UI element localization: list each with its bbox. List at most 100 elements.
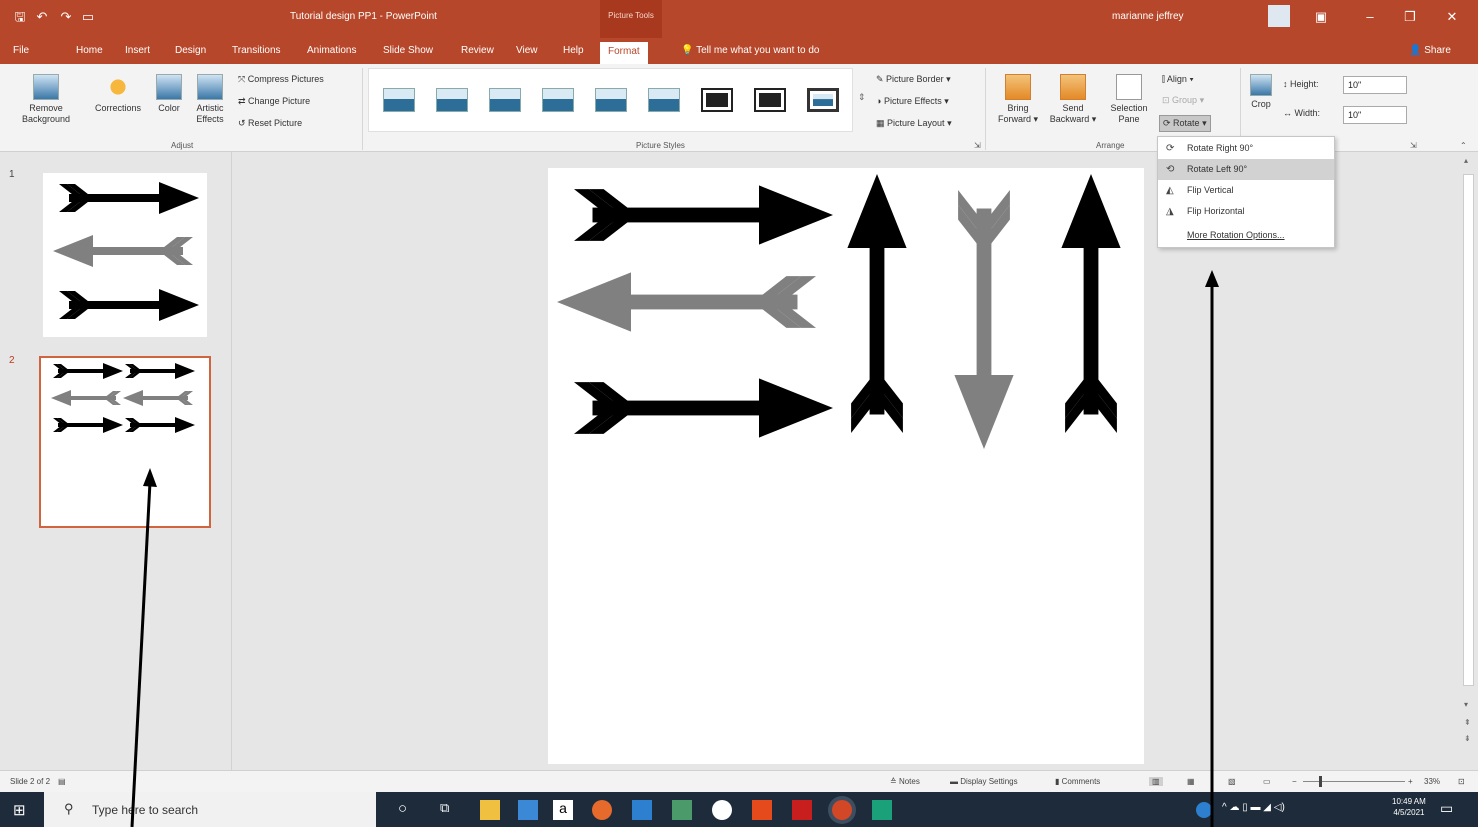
save-icon[interactable]: 🖫 (12, 9, 28, 25)
redo-icon[interactable]: ↷ (58, 9, 74, 25)
slide-sorter-icon[interactable]: ▦ (1187, 777, 1195, 786)
artistic-effects-button[interactable]: Artistic Effects (188, 74, 232, 125)
tab-review[interactable]: Review (461, 45, 494, 56)
menu-item-flip-horizontal[interactable]: ◮ Flip Horizontal (1158, 201, 1334, 222)
rotate-button[interactable]: ⟳ Rotate ▾ (1159, 115, 1211, 132)
style-thumbnail[interactable] (436, 88, 468, 112)
next-slide-icon[interactable]: ⇟ (1464, 734, 1471, 743)
firefox-icon[interactable] (592, 800, 612, 820)
arrow-left-gray[interactable] (557, 272, 816, 332)
tab-home[interactable]: Home (76, 45, 103, 56)
tab-slide-show[interactable]: Slide Show (383, 45, 433, 56)
normal-view-icon[interactable]: ▥ (1149, 777, 1163, 786)
height-field[interactable]: 10" (1343, 76, 1407, 94)
picture-effects-button[interactable]: ◑ Picture Effects ▾ (876, 96, 949, 107)
notifications-icon[interactable]: ▭ (1440, 800, 1453, 817)
app-icon[interactable] (792, 800, 812, 820)
cortana-icon[interactable]: ○ (398, 800, 418, 820)
crop-button[interactable]: Crop (1246, 74, 1276, 110)
file-explorer-icon[interactable] (480, 800, 500, 820)
tab-design[interactable]: Design (175, 45, 206, 56)
user-name[interactable]: marianne jeffrey (1112, 11, 1184, 22)
selection-pane-button[interactable]: Selection Pane (1104, 74, 1154, 125)
dialog-launcher-icon[interactable]: ⇲ (974, 141, 981, 150)
word-icon[interactable] (632, 800, 652, 820)
collapse-ribbon-icon[interactable]: ⌃ (1460, 141, 1467, 150)
vertical-scrollbar[interactable]: ▴ ▾ ⇞ ⇟ (1459, 152, 1478, 770)
reset-picture-button[interactable]: ↺ Reset Picture (238, 118, 302, 129)
windows-start-icon[interactable]: ⊞ (13, 801, 26, 819)
fit-slide-icon[interactable]: ⊡ (1458, 777, 1465, 786)
notes-button[interactable]: ≙ Notes (890, 777, 920, 786)
arrow-right-top[interactable] (574, 185, 833, 245)
scroll-up-icon[interactable]: ▴ (1464, 156, 1468, 165)
style-thumbnail[interactable] (383, 88, 415, 112)
color-button[interactable]: Color (153, 74, 185, 114)
presenter-icon[interactable]: ▭ (80, 9, 96, 25)
picture-border-button[interactable]: ✎ Picture Border ▾ (876, 74, 951, 85)
menu-item-flip-vertical[interactable]: ◭ Flip Vertical (1158, 180, 1334, 201)
style-thumbnail[interactable] (807, 88, 839, 112)
style-thumbnail[interactable] (542, 88, 574, 112)
menu-item-more-rotation-options[interactable]: More Rotation Options... (1158, 225, 1334, 246)
arrow-down-gray[interactable] (954, 190, 1014, 449)
tab-format[interactable]: Format (600, 42, 648, 64)
share-button[interactable]: 👤 Share (1409, 45, 1451, 56)
style-thumbnail[interactable] (754, 88, 786, 112)
picture-layout-button[interactable]: ▦ Picture Layout ▾ (876, 118, 952, 129)
arrow-up-left[interactable] (847, 174, 907, 433)
system-tray-icons[interactable]: ^ ☁ ▯ ▬ ◢ ◁) (1222, 802, 1285, 813)
taskbar-search[interactable]: ⚲ Type here to search (44, 792, 376, 827)
restore-button[interactable]: ❐ (1395, 9, 1425, 25)
tab-animations[interactable]: Animations (307, 45, 356, 56)
ribbon-display-icon[interactable]: ▣ (1306, 9, 1336, 25)
zoom-out-icon[interactable]: − (1292, 777, 1297, 786)
avatar[interactable] (1268, 5, 1290, 27)
slide-show-icon[interactable]: ▭ (1263, 777, 1271, 786)
amazon-icon[interactable]: a (553, 800, 573, 820)
zoom-in-icon[interactable]: + (1408, 777, 1413, 786)
width-field[interactable]: 10" (1343, 106, 1407, 124)
reading-view-icon[interactable]: ▧ (1228, 777, 1236, 786)
scrollbar-thumb[interactable] (1463, 174, 1474, 686)
align-button[interactable]: ⫿ Align ▾ (1162, 74, 1194, 85)
corrections-button[interactable]: Corrections (86, 74, 150, 114)
photos-icon[interactable] (672, 800, 692, 820)
style-thumbnail[interactable] (595, 88, 627, 112)
gallery-scroll-icon[interactable]: ⇕ (858, 92, 866, 103)
arrow-right-bottom[interactable] (574, 378, 833, 438)
powerpoint-icon[interactable] (832, 800, 852, 820)
slide-thumbnail-1[interactable] (43, 173, 207, 337)
send-backward-button[interactable]: Send Backward ▾ (1044, 74, 1102, 125)
menu-item-rotate-right[interactable]: ⟳ Rotate Right 90° (1158, 138, 1334, 159)
task-view-icon[interactable]: ⧉ (440, 800, 460, 820)
tell-me-search[interactable]: 💡 Tell me what you want to do (681, 45, 819, 56)
remove-background-button[interactable]: Remove Background (14, 74, 78, 125)
comments-button[interactable]: ▮ Comments (1055, 777, 1100, 786)
style-thumbnail[interactable] (701, 88, 733, 112)
mail-icon[interactable] (518, 800, 538, 820)
close-button[interactable]: ✕ (1437, 9, 1467, 25)
style-thumbnail[interactable] (648, 88, 680, 112)
tab-help[interactable]: Help (563, 45, 584, 56)
scroll-down-icon[interactable]: ▾ (1464, 700, 1468, 709)
app-icon[interactable] (872, 800, 892, 820)
office-icon[interactable] (752, 800, 772, 820)
zoom-slider-handle[interactable] (1319, 776, 1322, 787)
size-dialog-launcher-icon[interactable]: ⇲ (1410, 141, 1417, 150)
change-picture-button[interactable]: ⇄ Change Picture (238, 96, 310, 107)
display-settings-button[interactable]: ▬ Display Settings (950, 777, 1018, 786)
tab-insert[interactable]: Insert (125, 45, 150, 56)
group-button[interactable]: ⊡ Group ▾ (1162, 95, 1204, 106)
slide-thumbnail-2[interactable] (39, 356, 211, 528)
minimize-button[interactable]: – (1355, 9, 1385, 24)
chrome-icon[interactable] (712, 800, 732, 820)
tab-transitions[interactable]: Transitions (232, 45, 281, 56)
zoom-level[interactable]: 33% (1424, 777, 1440, 786)
tab-file[interactable]: File (13, 45, 29, 56)
previous-slide-icon[interactable]: ⇞ (1464, 718, 1471, 727)
undo-icon[interactable]: ↶ (34, 9, 50, 25)
onedrive-icon[interactable] (1196, 802, 1212, 818)
bring-forward-button[interactable]: Bring Forward ▾ (992, 74, 1044, 125)
spellcheck-icon[interactable]: ▤ (58, 777, 66, 786)
